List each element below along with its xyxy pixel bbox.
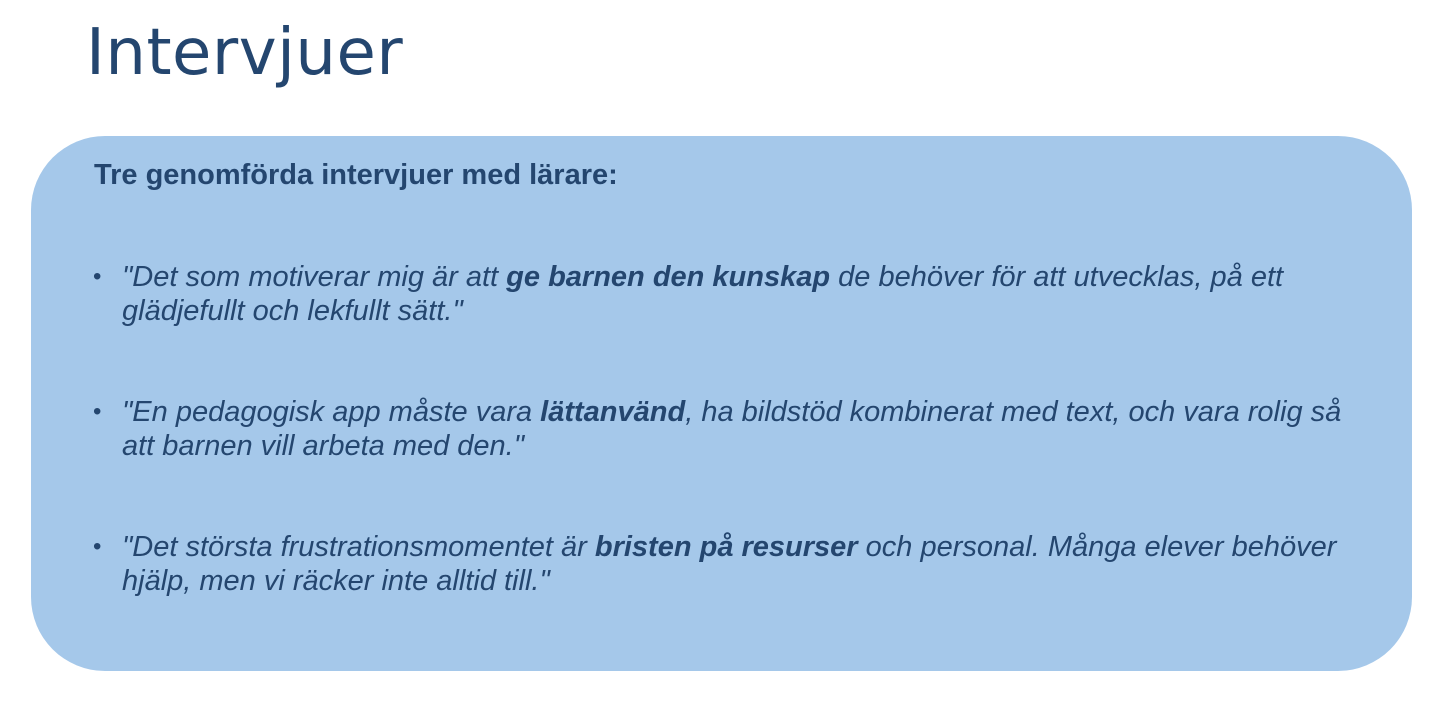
quote-text: "En pedagogisk app måste vara lättanvänd… xyxy=(122,395,1363,463)
intro-heading: Tre genomförda intervjuer med lärare: xyxy=(94,159,618,191)
quote-text: "Det största frustrationsmomentet är bri… xyxy=(122,530,1363,598)
quote-item: • "Det största frustrationsmomentet är b… xyxy=(93,530,1363,598)
bullet-icon: • xyxy=(93,263,102,290)
quote-highlight: ge barnen den kunskap xyxy=(506,261,831,293)
quote-text-before: "Det som motiverar mig är att xyxy=(122,261,507,293)
bullet-icon: • xyxy=(93,398,102,425)
quote-text-before: "En pedagogisk app måste vara xyxy=(122,396,541,428)
quote-item: • "Det som motiverar mig är att ge barne… xyxy=(93,260,1363,328)
quote-text: "Det som motiverar mig är att ge barnen … xyxy=(122,260,1363,328)
quote-highlight: bristen på resurser xyxy=(594,531,858,563)
quote-text-before: "Det största frustrationsmomentet är xyxy=(122,531,595,563)
bullet-icon: • xyxy=(93,533,102,560)
quote-highlight: lättanvänd xyxy=(540,396,686,428)
slide-title: Intervjuer xyxy=(86,16,404,90)
quote-item: • "En pedagogisk app måste vara lättanvä… xyxy=(93,395,1363,463)
interview-summary-box: Tre genomförda intervjuer med lärare: • … xyxy=(31,136,1412,671)
